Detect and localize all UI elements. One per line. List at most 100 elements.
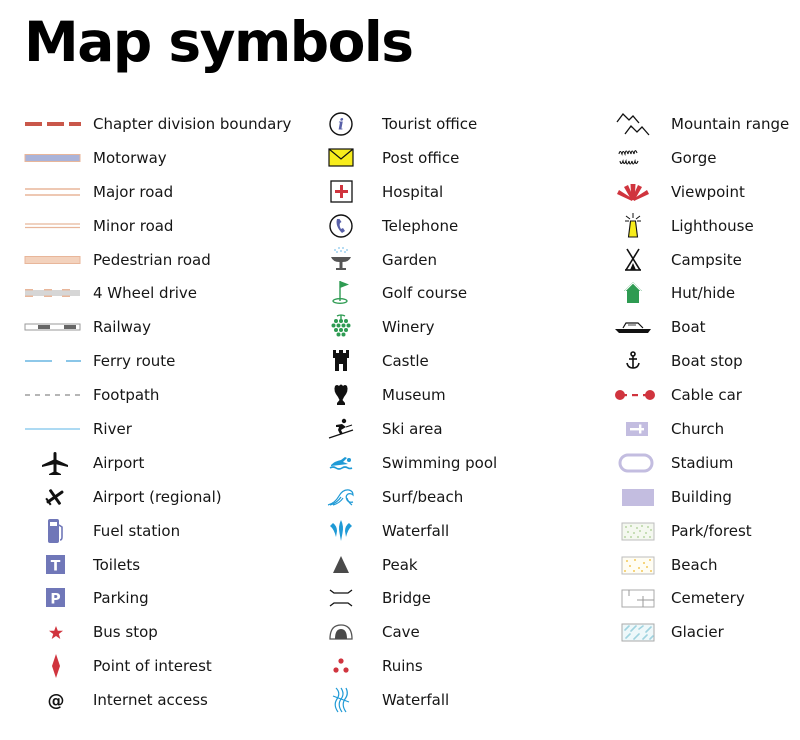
legend-label: Garden <box>382 250 437 269</box>
viewpoint-icon <box>606 177 660 207</box>
legend-label: Viewpoint <box>671 182 745 201</box>
legend-label: Park/forest <box>671 521 752 540</box>
parking-icon: P <box>24 583 88 613</box>
legend-item: Waterfall <box>318 514 497 548</box>
legend-label: Swimming pool <box>382 453 498 472</box>
legend-item: Point of interest <box>24 649 291 683</box>
legend-label: Waterfall <box>382 691 450 710</box>
legend-item: Cable car <box>606 378 789 412</box>
legend-item: Ruins <box>318 649 497 683</box>
legend-label: Cemetery <box>671 589 745 608</box>
legend-label: Telephone <box>382 216 459 235</box>
legend-label: Hospital <box>382 182 444 201</box>
legend-item: Gorge <box>606 141 789 175</box>
legend-label: Chapter division boundary <box>93 114 292 133</box>
legend-label: Point of interest <box>93 657 212 676</box>
bus-stop-star-icon <box>24 617 88 647</box>
legend-label: Footpath <box>93 386 160 405</box>
small-airplane-icon <box>24 482 88 512</box>
legend-label: Parking <box>93 589 149 608</box>
castle-icon <box>318 346 364 376</box>
legend-item: Boat <box>606 310 789 344</box>
waterfall-lines-icon <box>318 685 364 715</box>
toilets-icon: T <box>24 550 88 580</box>
swimmer-icon <box>318 448 364 478</box>
legend-label: Cave <box>382 623 420 642</box>
legend-item: Ski area <box>318 412 497 446</box>
legend-label: Ferry route <box>93 352 176 371</box>
ruins-dots-icon <box>318 651 364 681</box>
legend-item: Major road <box>24 175 291 209</box>
legend-item: Park/forest <box>606 514 789 548</box>
legend-item: P Parking <box>24 581 291 615</box>
hut-icon <box>606 278 660 308</box>
four-wheel-drive-line-icon <box>24 278 88 308</box>
legend-label: Church <box>671 419 725 438</box>
golf-flag-icon <box>318 278 364 308</box>
legend-label: Ski area <box>382 419 443 438</box>
legend-item: Chapter division boundary <box>24 107 291 141</box>
glacier-area-icon <box>606 617 660 647</box>
legend-item: Airport <box>24 446 291 480</box>
legend-item: Campsite <box>606 243 789 277</box>
legend-item: Garden <box>318 243 497 277</box>
envelope-icon <box>318 143 364 173</box>
legend-item: Bridge <box>318 581 497 615</box>
legend-item: Hospital <box>318 175 497 209</box>
fuel-pump-icon <box>24 516 88 546</box>
legend-label: Toilets <box>93 555 141 574</box>
svg-text:P: P <box>50 592 60 608</box>
legend-item: T Toilets <box>24 548 291 582</box>
railway-line-icon <box>24 312 88 342</box>
legend-item: Bus stop <box>24 615 291 649</box>
minor-road-line-icon <box>24 211 88 241</box>
skier-icon <box>318 414 364 444</box>
legend-label: Winery <box>382 318 435 337</box>
legend-column-natural-and-areas: Mountain range Gorge Viewpoint Lighthous… <box>606 107 789 649</box>
legend-item: Museum <box>318 378 497 412</box>
legend-item: Peak <box>318 548 497 582</box>
fountain-icon <box>318 245 364 275</box>
legend-label: 4 Wheel drive <box>93 284 198 303</box>
legend-item: Cemetery <box>606 581 789 615</box>
legend-item: 4 Wheel drive <box>24 276 291 310</box>
legend-label: Mountain range <box>671 114 790 133</box>
legend-item: Pedestrian road <box>24 243 291 277</box>
legend-label: Airport (regional) <box>93 487 222 506</box>
beach-area-icon <box>606 550 660 580</box>
bridge-icon <box>318 583 364 613</box>
legend-label: Internet access <box>93 691 208 710</box>
park-forest-area-icon <box>606 516 660 546</box>
svg-text:T: T <box>51 558 61 574</box>
pedestrian-road-line-icon <box>24 245 88 275</box>
cave-icon <box>318 617 364 647</box>
boat-icon <box>606 312 660 342</box>
legend-label: River <box>93 419 132 438</box>
legend-item: Lighthouse <box>606 209 789 243</box>
legend-item: Minor road <box>24 209 291 243</box>
legend-item: Motorway <box>24 141 291 175</box>
cable-car-icon <box>606 380 660 410</box>
legend-label: Tourist office <box>382 114 478 133</box>
legend-label: Airport <box>93 453 145 472</box>
legend-item: Ferry route <box>24 344 291 378</box>
legend-label: Minor road <box>93 216 174 235</box>
grapes-icon <box>318 312 364 342</box>
legend-label: Pedestrian road <box>93 250 211 269</box>
legend-item: Post office <box>318 141 497 175</box>
legend-label: Fuel station <box>93 521 181 540</box>
airplane-icon <box>24 448 88 478</box>
legend-item: Castle <box>318 344 497 378</box>
legend-item: Beach <box>606 548 789 582</box>
point-of-interest-diamond-icon <box>24 651 88 681</box>
chapter-boundary-line-icon <box>24 109 88 139</box>
legend-item: Viewpoint <box>606 175 789 209</box>
legend-item: Stadium <box>606 446 789 480</box>
legend-item: Fuel station <box>24 514 291 548</box>
waterfall-spray-icon <box>318 516 364 546</box>
legend-label: Museum <box>382 386 446 405</box>
major-road-line-icon <box>24 177 88 207</box>
stadium-icon <box>606 448 660 478</box>
lighthouse-icon <box>606 211 660 241</box>
legend-label: Surf/beach <box>382 487 464 506</box>
